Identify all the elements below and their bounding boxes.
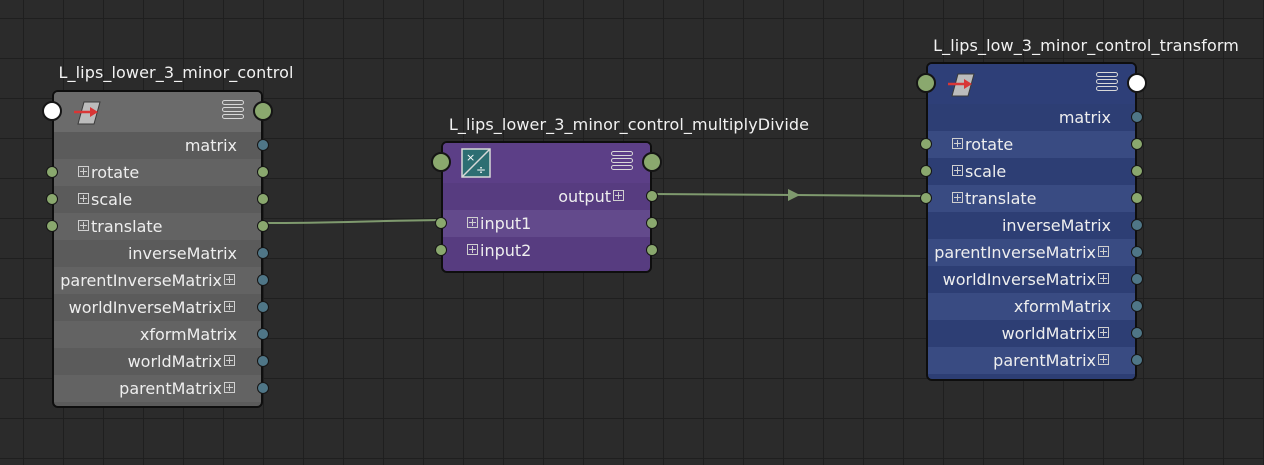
attr-row-parentInverseMatrix[interactable]: parentInverseMatrix [54, 267, 261, 294]
node-input-port[interactable] [916, 73, 936, 93]
port-out-inverseMatrix[interactable] [1131, 219, 1143, 231]
port-in-scale[interactable] [920, 165, 932, 177]
expand-icon[interactable] [613, 190, 624, 201]
port-out-rotate[interactable] [1131, 138, 1143, 150]
expand-icon[interactable] [224, 355, 235, 366]
attr-row-inverseMatrix[interactable]: inverseMatrix [928, 212, 1135, 239]
expand-icon[interactable] [1098, 327, 1109, 338]
expand-icon[interactable] [78, 166, 89, 177]
expand-icon[interactable] [952, 138, 963, 149]
port-out-parentMatrix[interactable] [1131, 354, 1143, 366]
node-output-port[interactable] [642, 152, 662, 172]
port-out-worldMatrix[interactable] [257, 355, 269, 367]
expand-icon[interactable] [467, 217, 478, 228]
node-title-transform: L_lips_low_3_minor_control_transform [933, 36, 1239, 55]
port-out-parentInverseMatrix[interactable] [257, 274, 269, 286]
attr-row-translate[interactable]: translate [54, 213, 261, 240]
attr-row-scale[interactable]: scale [928, 158, 1135, 185]
attr-row-parentInverseMatrix[interactable]: parentInverseMatrix [928, 239, 1135, 266]
port-in-translate[interactable] [920, 192, 932, 204]
attr-row-xformMatrix[interactable]: xformMatrix [54, 321, 261, 348]
attr-row-xformMatrix[interactable]: xformMatrix [928, 293, 1135, 320]
port-out-translate[interactable] [1131, 192, 1143, 204]
node-input-port[interactable] [431, 152, 451, 172]
port-out-xformMatrix[interactable] [1131, 300, 1143, 312]
expand-icon[interactable] [224, 301, 235, 312]
attr-row-worldInverseMatrix[interactable]: worldInverseMatrix [54, 294, 261, 321]
port-in-translate[interactable] [46, 220, 58, 232]
expand-icon[interactable] [952, 192, 963, 203]
expand-icon[interactable] [224, 382, 235, 393]
port-out-worldInverseMatrix[interactable] [1131, 273, 1143, 285]
port-out-inverseMatrix[interactable] [257, 247, 269, 259]
port-out-parentInverseMatrix[interactable] [1131, 246, 1143, 258]
expand-icon[interactable] [78, 193, 89, 204]
port-out-input1[interactable] [646, 217, 658, 229]
port-out-xformMatrix[interactable] [257, 328, 269, 340]
node-title-control: L_lips_lower_3_minor_control [58, 63, 294, 82]
attr-row-rotate[interactable]: rotate [54, 159, 261, 186]
port-out-rotate[interactable] [257, 166, 269, 178]
port-out-output[interactable] [646, 190, 658, 202]
attr-row-parentMatrix[interactable]: parentMatrix [54, 375, 261, 402]
node-header[interactable]: × ÷ [443, 143, 650, 183]
port-in-scale[interactable] [46, 193, 58, 205]
port-out-translate[interactable] [257, 220, 269, 232]
port-out-scale[interactable] [257, 193, 269, 205]
attr-row-worldMatrix[interactable]: worldMatrix [54, 348, 261, 375]
attr-row-worldMatrix[interactable]: worldMatrix [928, 320, 1135, 347]
transform-icon [948, 73, 975, 97]
node-multiply-divide[interactable]: × ÷ output input1 input2 [431, 141, 662, 273]
menu-icon[interactable] [222, 100, 244, 120]
svg-text:÷: ÷ [476, 163, 486, 177]
node-header[interactable] [928, 64, 1135, 104]
node-title-multiply: L_lips_lower_3_minor_control_multiplyDiv… [448, 115, 810, 134]
multiply-divide-icon: × ÷ [461, 148, 491, 178]
expand-icon[interactable] [1098, 273, 1109, 284]
port-out-worldInverseMatrix[interactable] [257, 301, 269, 313]
attr-row-input1[interactable]: input1 [443, 210, 650, 237]
attr-row-translate[interactable]: translate [928, 185, 1135, 212]
expand-icon[interactable] [1098, 354, 1109, 365]
attr-row-output[interactable]: output [443, 183, 650, 210]
expand-icon[interactable] [467, 244, 478, 255]
attr-row-matrix[interactable]: matrix [928, 104, 1135, 131]
attr-row-rotate[interactable]: rotate [928, 131, 1135, 158]
port-out-scale[interactable] [1131, 165, 1143, 177]
node-transform[interactable]: matrix rotate scale translate inverseMat… [916, 62, 1147, 381]
port-out-matrix[interactable] [257, 139, 269, 151]
expand-icon[interactable] [952, 165, 963, 176]
menu-icon[interactable] [611, 151, 633, 171]
attr-row-inverseMatrix[interactable]: inverseMatrix [54, 240, 261, 267]
port-out-input2[interactable] [646, 244, 658, 256]
wire-direction-arrow [788, 189, 800, 201]
expand-icon[interactable] [78, 220, 89, 231]
node-output-port[interactable] [1127, 73, 1147, 93]
port-out-matrix[interactable] [1131, 111, 1143, 123]
node-input-port[interactable] [42, 101, 62, 121]
attr-row-parentMatrix[interactable]: parentMatrix [928, 347, 1135, 374]
attr-row-worldInverseMatrix[interactable]: worldInverseMatrix [928, 266, 1135, 293]
expand-icon[interactable] [224, 274, 235, 285]
wire-translate-to-input1[interactable] [261, 219, 442, 224]
port-in-rotate[interactable] [46, 166, 58, 178]
transform-icon [74, 101, 101, 125]
expand-icon[interactable] [1098, 246, 1109, 257]
attr-row-input2[interactable]: input2 [443, 237, 650, 264]
port-in-input1[interactable] [435, 217, 447, 229]
svg-text:×: × [466, 151, 475, 164]
attr-row-scale[interactable]: scale [54, 186, 261, 213]
node-header[interactable] [54, 92, 261, 132]
port-in-rotate[interactable] [920, 138, 932, 150]
port-in-input2[interactable] [435, 244, 447, 256]
attr-row-matrix[interactable]: matrix [54, 132, 261, 159]
port-out-parentMatrix[interactable] [257, 382, 269, 394]
node-output-port[interactable] [253, 101, 273, 121]
port-out-worldMatrix[interactable] [1131, 327, 1143, 339]
menu-icon[interactable] [1096, 72, 1118, 92]
node-control[interactable]: matrix rotate scale translate inverseMat… [42, 90, 273, 408]
